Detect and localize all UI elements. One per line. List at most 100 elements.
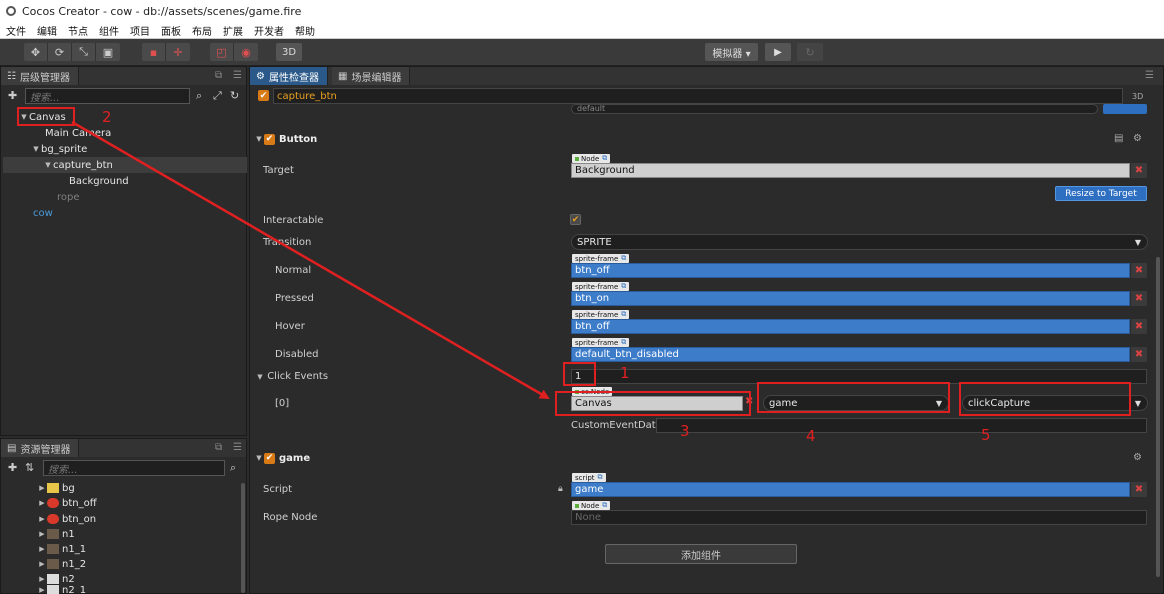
panel-menu-icon[interactable]: ☰ xyxy=(233,70,242,81)
search-icon[interactable]: ⌕ xyxy=(196,89,202,103)
caret-right-icon[interactable]: ▶ xyxy=(37,575,47,583)
panel-menu-icon[interactable]: ☰ xyxy=(1145,70,1154,81)
menu-developer[interactable]: 开发者 xyxy=(248,23,289,38)
caret-down-icon[interactable]: ▼ xyxy=(19,113,29,121)
asset-btn-on[interactable]: ▶ btn_on xyxy=(37,511,96,527)
tree-node-canvas[interactable]: ▼ Canvas xyxy=(19,109,65,125)
asset-n1[interactable]: ▶ n1 xyxy=(37,526,74,542)
assets-tab[interactable]: ▤ 资源管理器 xyxy=(1,439,80,457)
search-icon[interactable]: ⌕ xyxy=(230,461,236,475)
script-field[interactable]: game xyxy=(571,482,1130,497)
clear-normal-icon[interactable]: ✖ xyxy=(1131,263,1147,278)
menu-layout[interactable]: 布局 xyxy=(186,23,217,38)
menu-extension[interactable]: 扩展 xyxy=(217,23,248,38)
panel-menu-icon[interactable]: ☰ xyxy=(233,442,242,453)
hierarchy-search-input[interactable]: 搜索... xyxy=(25,88,190,104)
normal-sprite-field[interactable]: btn_off xyxy=(571,263,1130,278)
game-enabled-checkbox[interactable]: ✔ xyxy=(264,452,275,464)
caret-right-icon[interactable]: ▶ xyxy=(37,586,47,594)
menu-help[interactable]: 帮助 xyxy=(289,23,320,38)
scale-tool-icon[interactable]: ⤡ xyxy=(72,43,96,61)
tree-node-rope[interactable]: rope xyxy=(57,189,80,205)
refresh-icon[interactable]: ↻ xyxy=(797,43,823,61)
caret-down-icon[interactable]: ▼ xyxy=(254,454,264,462)
menu-file[interactable]: 文件 xyxy=(0,23,31,38)
play-icon[interactable]: ▶ xyxy=(765,43,791,61)
disabled-sprite-field[interactable]: default_btn_disabled xyxy=(571,347,1130,362)
popout-icon[interactable]: ⧉ xyxy=(215,442,222,453)
global-coord-icon[interactable]: ◉ xyxy=(234,43,258,61)
clear-target-icon[interactable]: ✖ xyxy=(1131,163,1147,178)
caret-right-icon[interactable]: ▶ xyxy=(37,484,47,492)
transition-select[interactable]: SPRITE ▼ xyxy=(571,234,1148,250)
rect-tool-icon[interactable]: ▣ xyxy=(96,43,120,61)
menu-project[interactable]: 项目 xyxy=(124,23,155,38)
tree-node-background[interactable]: Background xyxy=(69,173,129,189)
node-active-checkbox[interactable]: ✔ xyxy=(258,90,269,101)
add-node-icon[interactable]: ✚ xyxy=(8,89,17,102)
event-handler-select[interactable]: clickCapture ▼ xyxy=(962,395,1148,411)
caret-right-icon[interactable]: ▶ xyxy=(37,515,47,523)
caret-down-icon[interactable]: ▼ xyxy=(43,161,53,169)
toggle-3d-button[interactable]: 3D xyxy=(276,43,302,61)
clear-disabled-icon[interactable]: ✖ xyxy=(1131,347,1147,362)
rope-node-field[interactable]: None xyxy=(571,510,1147,525)
add-asset-icon[interactable]: ✚ xyxy=(8,461,17,474)
clear-event-target-icon[interactable]: ✖ xyxy=(745,396,753,407)
hierarchy-tab[interactable]: ☷ 层级管理器 xyxy=(1,67,79,85)
asset-n1-1[interactable]: ▶ n1_1 xyxy=(37,541,86,557)
help-icon[interactable]: ▤ xyxy=(1114,133,1123,144)
resize-to-target-button[interactable]: Resize to Target xyxy=(1055,186,1147,201)
scene-editor-tab[interactable]: ▦ 场景编辑器 xyxy=(332,67,411,85)
simulator-dropdown[interactable]: 模拟器 ▾ xyxy=(705,43,758,61)
target-field[interactable]: Background xyxy=(571,163,1130,178)
add-component-button[interactable]: 添加组件 xyxy=(605,544,797,564)
game-section-header[interactable]: ▼ ✔ game xyxy=(250,449,1157,467)
custom-event-data-input[interactable] xyxy=(656,418,1147,433)
sort-icon[interactable]: ⇅ xyxy=(25,461,34,474)
tree-node-main-camera[interactable]: Main Camera xyxy=(45,125,111,141)
assets-scrollbar[interactable] xyxy=(241,483,245,593)
hover-sprite-field[interactable]: btn_off xyxy=(571,319,1130,334)
caret-right-icon[interactable]: ▶ xyxy=(37,545,47,553)
gear-icon[interactable]: ⚙ xyxy=(1133,133,1142,144)
event-component-select[interactable]: game ▼ xyxy=(763,395,949,411)
tree-node-capture-btn[interactable]: ▼ capture_btn xyxy=(3,157,247,173)
menu-panel[interactable]: 面板 xyxy=(155,23,186,38)
caret-right-icon[interactable]: ▶ xyxy=(37,499,47,507)
asset-btn-off[interactable]: ▶ btn_off xyxy=(37,495,96,511)
caret-down-icon[interactable]: ▼ xyxy=(31,145,41,153)
group-select[interactable]: default xyxy=(571,104,1098,114)
caret-right-icon[interactable]: ▶ xyxy=(37,560,47,568)
click-events-count-input[interactable]: 1 xyxy=(571,369,1147,384)
assets-search-input[interactable]: 搜索... xyxy=(43,460,225,476)
inspector-scrollbar[interactable] xyxy=(1156,257,1160,577)
asset-n1-2[interactable]: ▶ n1_2 xyxy=(37,556,86,572)
center-icon[interactable]: ✛ xyxy=(166,43,190,61)
group-edit-button[interactable] xyxy=(1103,104,1147,114)
event-target-field[interactable]: Canvas xyxy=(571,396,743,411)
menu-node[interactable]: 节点 xyxy=(62,23,93,38)
asset-folder-bg[interactable]: ▶ bg xyxy=(37,480,74,496)
rotate-tool-icon[interactable]: ⟳ xyxy=(48,43,72,61)
button-enabled-checkbox[interactable]: ✔ xyxy=(264,133,275,145)
tree-node-bg-sprite[interactable]: ▼ bg_sprite xyxy=(31,141,87,157)
pressed-sprite-field[interactable]: btn_on xyxy=(571,291,1130,306)
popout-icon[interactable]: ⧉ xyxy=(215,70,222,81)
clear-script-icon[interactable]: ✖ xyxy=(1131,482,1147,497)
local-coord-icon[interactable]: ◰ xyxy=(210,43,234,61)
button-section-header[interactable]: ▼ ✔ Button xyxy=(250,130,1157,148)
clear-pressed-icon[interactable]: ✖ xyxy=(1131,291,1147,306)
menu-edit[interactable]: 编辑 xyxy=(31,23,62,38)
caret-right-icon[interactable]: ▶ xyxy=(37,530,47,538)
interactable-checkbox[interactable]: ✔ xyxy=(570,214,581,225)
move-tool-icon[interactable]: ✥ xyxy=(24,43,48,61)
caret-down-icon[interactable]: ▼ xyxy=(254,135,264,143)
caret-down-icon[interactable]: ▼ xyxy=(256,373,264,381)
pivot-icon[interactable]: ▪ xyxy=(142,43,166,61)
node-name-input[interactable]: capture_btn xyxy=(273,88,1123,104)
tree-node-cow[interactable]: cow xyxy=(33,205,53,221)
click-events-label[interactable]: ▼ Click Events xyxy=(256,371,328,382)
expand-icon[interactable]: ⤢ xyxy=(213,89,222,103)
refresh-tree-icon[interactable]: ↻ xyxy=(230,89,239,102)
